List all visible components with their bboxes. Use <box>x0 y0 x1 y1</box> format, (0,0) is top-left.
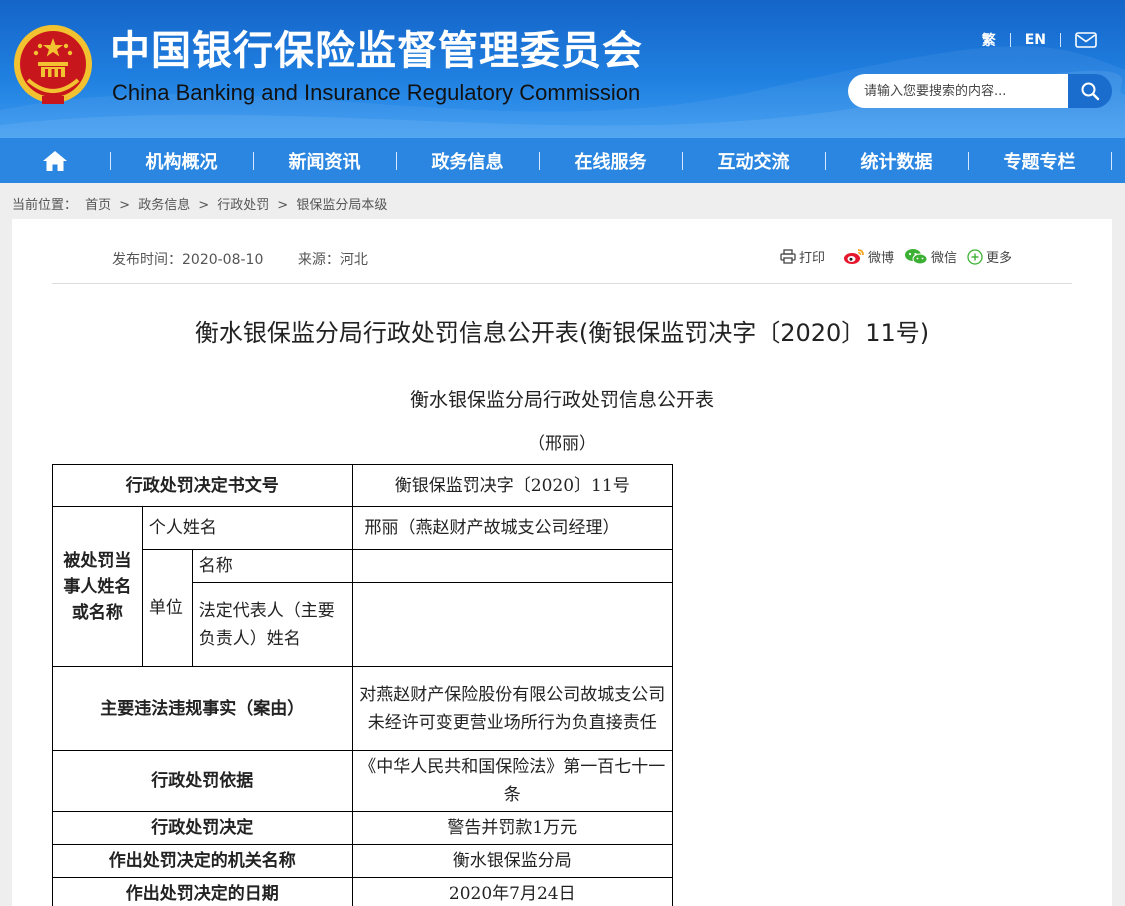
wechat-share-button[interactable]: 微信 <box>904 247 957 266</box>
table-row: 行政处罚依据 《中华人民共和国保险法》第一百七十一条 <box>52 750 673 812</box>
divider <box>1060 33 1061 47</box>
nav-item-online-service[interactable]: 在线服务 <box>539 138 682 183</box>
article-meta: 发布时间：2020-08-10 来源：河北 <box>112 249 368 269</box>
table-row: 作出处罚决定的日期 2020年7月24日 <box>52 877 673 906</box>
nav-item-news[interactable]: 新闻资讯 <box>253 138 396 183</box>
table-row: 单位 名称 <box>53 549 673 667</box>
article-source: 来源：河北 <box>297 252 368 268</box>
breadcrumb-government-info[interactable]: 政务信息 <box>138 198 190 213</box>
breadcrumb-home[interactable]: 首页 <box>85 198 111 213</box>
nav-item-special-topics[interactable]: 专题专栏 <box>968 138 1111 183</box>
weibo-share-button[interactable]: 微博 <box>843 247 894 266</box>
table-row: 行政处罚决定书文号 衡银保监罚决字〔2020〕11号 <box>52 464 673 507</box>
legal-rep-value <box>351 582 673 667</box>
facts-value: 对燕赵财产保险股份有限公司故城支公司未经许可变更营业场所行为负直接责任 <box>351 666 673 751</box>
national-emblem-icon[interactable] <box>12 22 94 108</box>
unit-name-value <box>351 549 673 583</box>
facts-label: 主要违法违规事实（案由） <box>52 666 353 751</box>
nav-item-statistics[interactable]: 统计数据 <box>825 138 968 183</box>
english-link[interactable]: EN <box>1025 32 1046 48</box>
authority-value: 衡水银保监分局 <box>351 844 673 878</box>
authority-label: 作出处罚决定的机关名称 <box>52 844 353 878</box>
unit-name-label: 名称 <box>191 549 353 583</box>
search-icon <box>1081 82 1100 101</box>
decision-number-value: 衡银保监罚决字〔2020〕11号 <box>351 464 673 507</box>
decision-date-label: 作出处罚决定的日期 <box>52 877 353 906</box>
table-row: 被处罚当事人姓名或名称 个人姓名 邢丽（燕赵财产故城支公司经理） <box>52 506 673 667</box>
wechat-label: 微信 <box>931 251 958 266</box>
share-bar: 打印 微博 微信 更多 <box>780 247 1022 266</box>
divider <box>1009 33 1011 47</box>
search-button[interactable] <box>1068 74 1112 108</box>
breadcrumb-label: 当前位置： <box>12 198 78 213</box>
breadcrumb-penalty[interactable]: 行政处罚 <box>217 198 269 213</box>
print-label: 打印 <box>799 251 826 266</box>
article-title: 衡水银保监分局行政处罚信息公开表(衡银保监罚决字〔2020〕11号) <box>194 319 930 347</box>
top-links: 繁 EN <box>982 30 1097 50</box>
unit-label: 单位 <box>141 549 193 667</box>
table-title: 衡水银保监分局行政处罚信息公开表 <box>409 389 714 411</box>
home-icon <box>43 150 67 171</box>
divider <box>1111 151 1112 170</box>
decision-value: 警告并罚款1万元 <box>351 811 673 845</box>
wechat-icon <box>905 249 928 265</box>
traditional-chinese-link[interactable]: 繁 <box>982 30 996 50</box>
nav-home[interactable] <box>0 138 110 183</box>
nav-item-interaction[interactable]: 互动交流 <box>682 138 825 183</box>
weibo-icon <box>844 249 864 264</box>
search-input[interactable] <box>848 74 1068 108</box>
table-row: 作出处罚决定的机关名称 衡水银保监分局 <box>52 844 673 878</box>
article-panel: 发布时间：2020-08-10 来源：河北 打印 微博 微信 更多 衡水银保监分… <box>12 219 1112 906</box>
basis-label: 行政处罚依据 <box>52 750 353 812</box>
decision-date-value: 2020年7月24日 <box>351 877 673 906</box>
person-name-value: 邢丽（燕赵财产故城支公司经理） <box>351 506 673 550</box>
main-nav: 机构概况 新闻资讯 政务信息 在线服务 互动交流 统计数据 专题专栏 <box>0 138 1125 183</box>
site-title-cn: 中国银行保险监督管理委员会 <box>110 28 643 74</box>
legal-rep-label: 法定代表人（主要负责人）姓名 <box>191 582 353 667</box>
search-box <box>848 74 1112 108</box>
plus-circle-icon <box>967 248 983 265</box>
nav-item-government-info[interactable]: 政务信息 <box>396 138 539 183</box>
person-name-label: 个人姓名 <box>141 506 353 550</box>
penalty-info-table: 行政处罚决定书文号 衡银保监罚决字〔2020〕11号 被处罚当事人姓名或名称 个… <box>52 464 673 906</box>
meta-divider <box>52 283 1072 284</box>
party-name-caption: （邢丽） <box>528 434 596 454</box>
party-label: 被处罚当事人姓名或名称 <box>52 506 143 667</box>
more-share-button[interactable]: 更多 <box>967 247 1012 266</box>
printer-icon <box>780 249 796 264</box>
publish-date: 发布时间：2020-08-10 <box>112 252 264 268</box>
decision-number-label: 行政处罚决定书文号 <box>52 464 353 507</box>
site-title-en: China Banking and Insurance Regulatory C… <box>112 80 641 105</box>
breadcrumb: 当前位置： 首页 > 政务信息 > 行政处罚 > 银保监分局本级 <box>12 198 388 213</box>
table-row: 主要违法违规事实（案由） 对燕赵财产保险股份有限公司故城支公司未经许可变更营业场… <box>52 666 673 751</box>
more-label: 更多 <box>986 251 1013 266</box>
weibo-label: 微博 <box>868 251 895 266</box>
basis-value: 《中华人民共和国保险法》第一百七十一条 <box>351 750 673 812</box>
site-header: 中国银行保险监督管理委员会 China Banking and Insuranc… <box>0 0 1125 138</box>
nav-item-organization[interactable]: 机构概况 <box>110 138 253 183</box>
breadcrumb-branch[interactable]: 银保监分局本级 <box>296 198 387 213</box>
mail-icon[interactable] <box>1075 32 1097 48</box>
print-button[interactable]: 打印 <box>780 247 825 266</box>
table-row: 行政处罚决定 警告并罚款1万元 <box>52 811 673 845</box>
decision-label: 行政处罚决定 <box>52 811 353 845</box>
